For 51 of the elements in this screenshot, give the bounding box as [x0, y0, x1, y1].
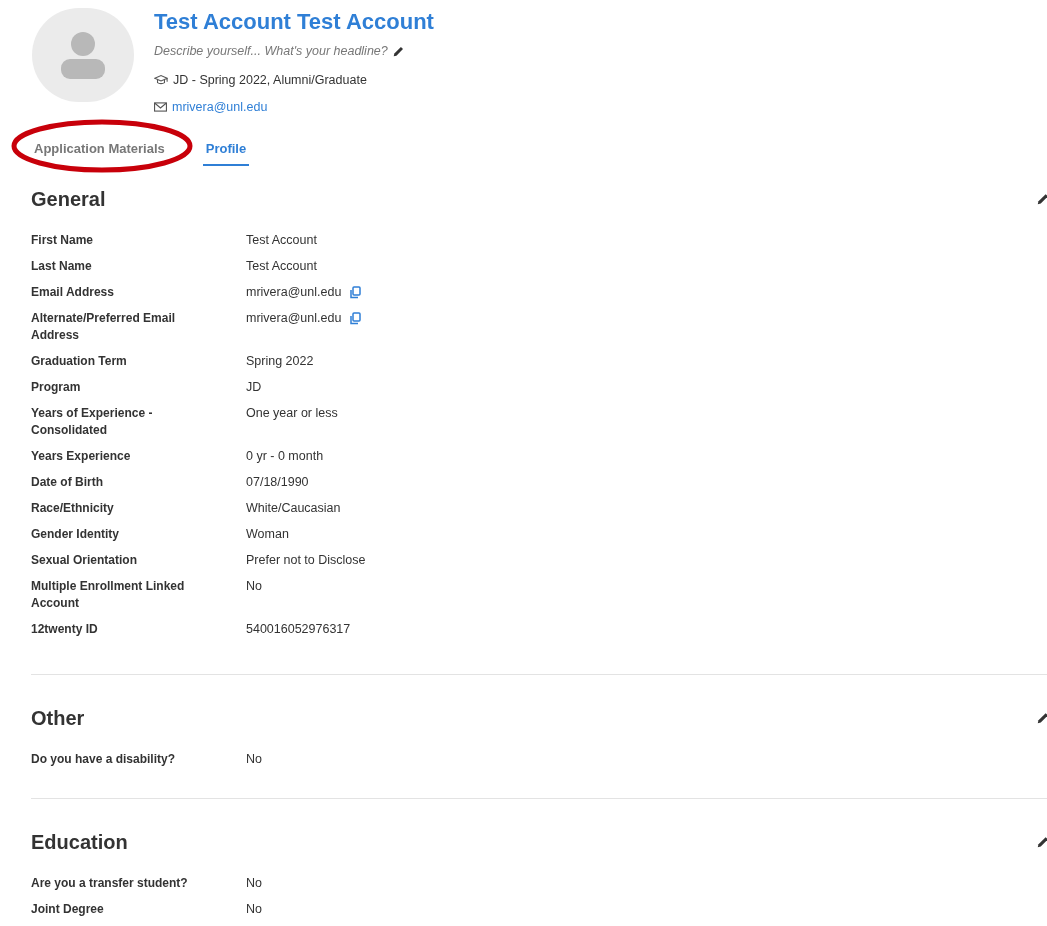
- field-value: Test Account: [246, 231, 317, 249]
- field-label: 12twenty ID: [31, 620, 99, 638]
- section-heading: General: [31, 186, 106, 212]
- graduation-cap-icon: [154, 74, 168, 87]
- field-value: White/Caucasian: [246, 499, 341, 517]
- field-label: Multiple Enrollment Linked Account: [31, 577, 186, 612]
- field-value: Prefer not to Disclose: [246, 551, 366, 569]
- edit-icon[interactable]: [1037, 192, 1047, 205]
- email-link[interactable]: mrivera@unl.edu: [172, 97, 268, 117]
- field-value: 0 yr - 0 month: [246, 447, 324, 465]
- field-label: Sexual Orientation: [31, 551, 139, 569]
- field-value: mrivera@unl.edu: [246, 283, 342, 301]
- headline-prompt: Describe yourself... What's your headline?: [154, 43, 388, 60]
- field-value: No: [246, 577, 262, 595]
- field-label: Email Address: [31, 283, 115, 301]
- field-label: Years of Experience - Consolidated: [31, 404, 154, 439]
- field-label: Graduation Term: [31, 352, 128, 370]
- field-label: Gender Identity: [31, 525, 120, 543]
- field-label: Are you a transfer student?: [31, 874, 189, 892]
- field-label: Race/Ethnicity: [31, 499, 115, 517]
- field-label: Years Experience: [31, 447, 132, 465]
- field-label: Last Name: [31, 257, 93, 275]
- profile-name: Test Account Test Account: [154, 8, 434, 36]
- section-heading: Education: [31, 829, 128, 855]
- field-label: Date of Birth: [31, 473, 104, 491]
- copy-icon[interactable]: [349, 311, 362, 325]
- edit-icon[interactable]: [1037, 835, 1047, 848]
- field-value: Test Account: [246, 257, 317, 275]
- field-value: One year or less: [246, 404, 338, 422]
- person-icon: [59, 31, 107, 79]
- edit-icon[interactable]: [392, 45, 404, 57]
- field-value: No: [246, 900, 262, 918]
- field-value: mrivera@unl.edu: [246, 309, 342, 327]
- envelope-icon: [154, 101, 167, 112]
- field-label: Alternate/Preferred Email Address: [31, 309, 177, 344]
- program-text: JD - Spring 2022, Alumni/Graduate: [173, 71, 367, 89]
- field-label: Joint Degree: [31, 900, 105, 918]
- edit-icon[interactable]: [1037, 711, 1047, 724]
- field-value: Woman: [246, 525, 289, 543]
- field-label: Program: [31, 378, 82, 396]
- field-label: Do you have a disability?: [31, 750, 177, 768]
- section-heading: Other: [31, 705, 85, 731]
- field-label: First Name: [31, 231, 95, 249]
- field-value: 07/18/1990: [246, 473, 309, 491]
- field-value: No: [246, 750, 262, 768]
- field-value: Spring 2022: [246, 352, 314, 370]
- tab[interactable]: Profile: [202, 139, 250, 166]
- copy-icon[interactable]: [349, 285, 362, 299]
- field-value: No: [246, 874, 262, 892]
- field-value: 540016052976317: [246, 620, 351, 638]
- field-value: JD: [246, 378, 262, 396]
